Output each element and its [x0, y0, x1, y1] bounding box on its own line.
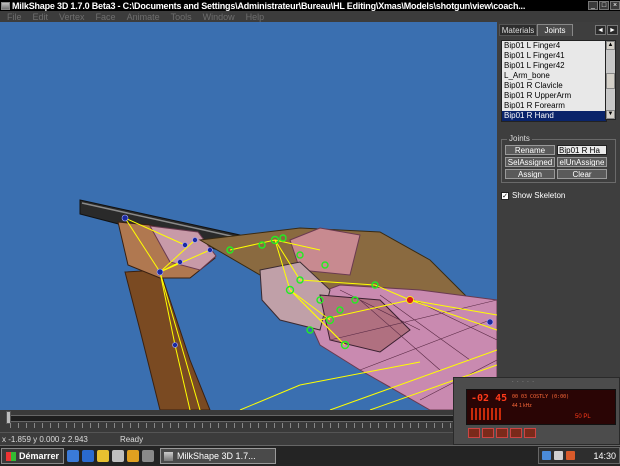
spectrum-visualizer	[471, 408, 503, 420]
player-display: -02 45 00 03 COSTLY (0:00) 44 1 kHz 50 P…	[466, 389, 616, 425]
system-tray: 14:30	[538, 447, 620, 464]
play-icon[interactable]	[482, 428, 494, 438]
joint-list-item[interactable]: Bip01 L Finger42	[502, 61, 606, 71]
joint-list-item[interactable]: Bip01 R UpperArm	[502, 91, 606, 101]
desktop-icon[interactable]	[82, 450, 95, 462]
media-icon[interactable]	[112, 450, 125, 462]
timeline-ticks	[10, 423, 453, 428]
player-track: 00 03 COSTLY (0:00)	[512, 394, 570, 400]
menu-bar: File Edit Vertex Face Animate Tools Wind…	[0, 11, 620, 22]
scroll-up-icon[interactable]: ▲	[606, 41, 615, 50]
show-skeleton-checkbox[interactable]: ✓	[501, 191, 509, 200]
joint-list-item[interactable]: Bip01 L Finger4	[502, 41, 606, 51]
joint-list-item[interactable]: Bip01 R Clavicle	[502, 81, 606, 91]
select-unassigned-button[interactable]: elUnAssigne	[557, 157, 607, 167]
tab-scroll-right-button[interactable]: ►	[607, 25, 618, 35]
joint-list-scrollbar[interactable]: ▲ ▼	[605, 40, 616, 120]
player-time: -02 45	[471, 393, 508, 404]
tab-materials[interactable]: Materials	[499, 24, 537, 36]
internet-explorer-icon[interactable]	[67, 450, 80, 462]
menu-help[interactable]: Help	[246, 12, 265, 22]
joint-list[interactable]: Bip01 L Finger4 Bip01 L Finger41 Bip01 L…	[501, 40, 607, 122]
side-panel: Materials Joints ◄ ► Bip01 L Finger4 Bip…	[497, 22, 620, 410]
3d-viewport[interactable]	[0, 22, 497, 410]
menu-vertex[interactable]: Vertex	[59, 12, 85, 22]
menu-window[interactable]: Window	[203, 12, 235, 22]
menu-tools[interactable]: Tools	[171, 12, 192, 22]
network-icon[interactable]	[542, 451, 551, 460]
menu-file[interactable]: File	[7, 12, 22, 22]
taskbar-item-milkshape[interactable]: MilkShape 3D 1.7...	[160, 448, 277, 464]
windows-logo-icon	[6, 451, 16, 461]
select-assigned-button[interactable]: SelAssigned	[505, 157, 555, 167]
start-label: Démarrer	[19, 451, 60, 461]
app-icon	[1, 1, 10, 10]
joint-list-item[interactable]: Bip01 R Forearm	[502, 101, 606, 111]
show-skeleton-toggle[interactable]: ✓ Show Skeleton	[501, 191, 565, 200]
maximize-button[interactable]: □	[599, 1, 609, 10]
clear-button[interactable]: Clear	[557, 169, 607, 179]
scroll-thumb[interactable]	[606, 73, 615, 89]
assign-button[interactable]: Assign	[505, 169, 555, 179]
prev-icon[interactable]	[468, 428, 480, 438]
joint-name-field[interactable]: Bip01 R Ha	[557, 145, 607, 155]
next-icon[interactable]	[524, 428, 536, 438]
minimize-button[interactable]: _	[588, 1, 598, 10]
player-meta: 44 1 kHz	[512, 403, 532, 409]
taskbar: Démarrer MilkShape 3D 1.7... 14:30	[0, 445, 620, 466]
title-bar: MilkShape 3D 1.7.0 Beta3 - C:\Documents …	[0, 0, 620, 11]
timeline-track[interactable]	[8, 415, 455, 422]
joint-list-item-selected[interactable]: Bip01 R Hand	[502, 111, 606, 121]
app-shortcut-icon[interactable]	[127, 450, 140, 462]
media-player-widget[interactable]: · · · · · -02 45 00 03 COSTLY (0:00) 44 …	[453, 377, 620, 445]
player-volume: 50 PL	[575, 414, 591, 420]
joint-list-item[interactable]: Bip01 L Finger41	[502, 51, 606, 61]
milkshape-icon	[164, 451, 174, 461]
show-skeleton-label: Show Skeleton	[512, 191, 566, 200]
tab-joints[interactable]: Joints	[537, 24, 573, 36]
scroll-down-icon[interactable]: ▼	[606, 110, 615, 119]
clock: 14:30	[593, 450, 616, 461]
rename-button[interactable]: Rename	[505, 145, 555, 155]
joints-group: Joints Rename Bip01 R Ha SelAssigned elU…	[501, 134, 616, 183]
joints-group-title: Joints	[507, 134, 532, 143]
taskbar-item-label: MilkShape 3D 1.7...	[177, 451, 256, 461]
player-title-decoration: · · · · ·	[512, 379, 535, 385]
folder-icon[interactable]	[97, 450, 110, 462]
tab-scroll-left-button[interactable]: ◄	[595, 25, 606, 35]
status-text: Ready	[120, 435, 144, 444]
menu-edit[interactable]: Edit	[33, 12, 49, 22]
menu-animate[interactable]: Animate	[127, 12, 160, 22]
tray-app-icon[interactable]	[566, 451, 575, 460]
stop-icon[interactable]	[510, 428, 522, 438]
steam-icon[interactable]	[142, 450, 155, 462]
model-render	[79, 199, 497, 410]
pause-icon[interactable]	[496, 428, 508, 438]
coordinates-readout: x -1.859 y 0.000 z 2.943	[2, 435, 88, 444]
menu-face[interactable]: Face	[96, 12, 116, 22]
window-title: MilkShape 3D 1.7.0 Beta3 - C:\Documents …	[12, 0, 526, 11]
joint-list-item[interactable]: L_Arm_bone	[502, 71, 606, 81]
player-controls	[468, 428, 538, 438]
close-button[interactable]: ×	[610, 1, 620, 10]
start-button[interactable]: Démarrer	[1, 448, 65, 464]
volume-icon[interactable]	[554, 451, 563, 460]
